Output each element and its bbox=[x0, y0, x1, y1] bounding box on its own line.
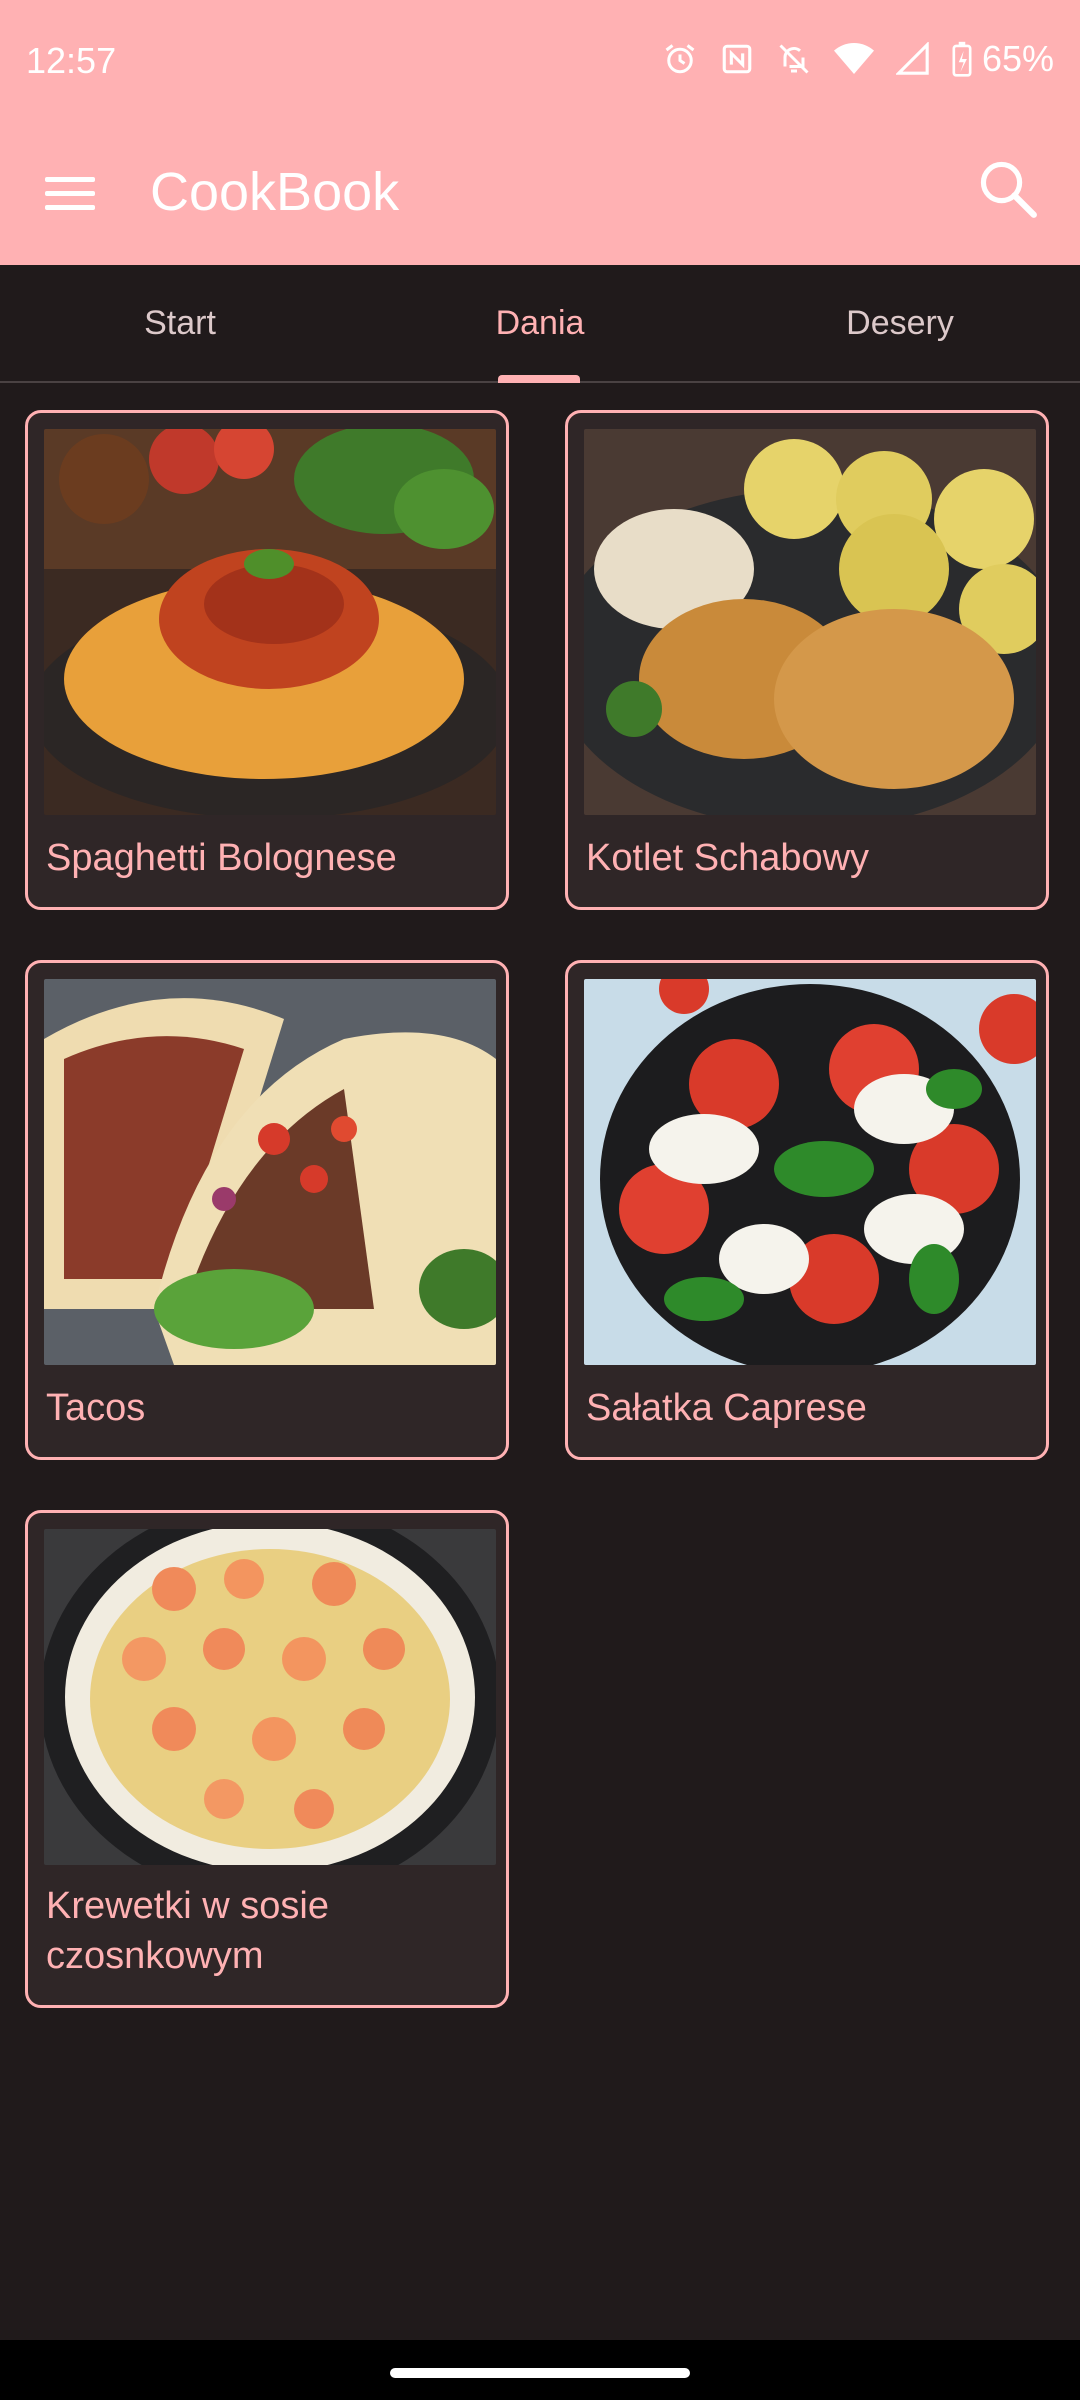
status-icons: 65% bbox=[662, 38, 1054, 80]
recipe-card-caprese[interactable]: Sałatka Caprese bbox=[565, 960, 1049, 1460]
recipe-card-kotlet[interactable]: Kotlet Schabowy bbox=[565, 410, 1049, 910]
search-icon bbox=[977, 158, 1039, 225]
app-bar: CookBook bbox=[0, 125, 1080, 265]
recipe-title: Spaghetti Bolognese bbox=[46, 837, 397, 879]
signal-icon bbox=[895, 42, 930, 76]
hamburger-menu-icon bbox=[45, 175, 95, 216]
battery-icon bbox=[952, 41, 972, 77]
recipe-card-spaghetti[interactable]: Spaghetti Bolognese bbox=[25, 410, 509, 910]
recipe-title: Tacos bbox=[46, 1387, 146, 1429]
recipe-card-krewetki[interactable]: Krewetki w sosie czosnkowym bbox=[25, 1510, 509, 2008]
wifi-icon bbox=[833, 41, 874, 77]
active-tab-indicator bbox=[498, 375, 580, 383]
recipe-card-tacos[interactable]: Tacos bbox=[25, 960, 509, 1460]
recipe-title: Sałatka Caprese bbox=[586, 1387, 867, 1429]
nfc-icon bbox=[720, 42, 754, 76]
app-title: CookBook bbox=[150, 162, 400, 222]
pork-cutlet-photo bbox=[584, 429, 1036, 815]
tab-start[interactable]: Start bbox=[0, 265, 360, 381]
bell-off-icon bbox=[776, 41, 812, 77]
tacos-photo bbox=[44, 979, 496, 1365]
battery-level: 65% bbox=[981, 38, 1054, 79]
tab-dania[interactable]: Dania bbox=[360, 265, 720, 381]
system-nav-bar bbox=[0, 2340, 1080, 2400]
garlic-shrimp-photo bbox=[44, 1529, 496, 1865]
spaghetti-photo bbox=[44, 429, 496, 815]
tab-desery[interactable]: Desery bbox=[720, 265, 1080, 381]
menu-button[interactable] bbox=[40, 165, 100, 225]
status-time: 12:57 bbox=[26, 40, 117, 81]
recipe-title: Kotlet Schabowy bbox=[586, 837, 870, 879]
alarm-icon bbox=[662, 41, 698, 77]
caprese-salad-photo bbox=[584, 979, 1036, 1365]
search-button[interactable] bbox=[968, 151, 1048, 231]
status-bar: 12:57 65% bbox=[0, 0, 1080, 125]
home-gesture-handle[interactable] bbox=[390, 2368, 690, 2378]
tab-bar: Start Dania Desery bbox=[0, 265, 1080, 383]
recipe-title: Krewetki w sosie czosnkowym bbox=[46, 1885, 329, 1977]
